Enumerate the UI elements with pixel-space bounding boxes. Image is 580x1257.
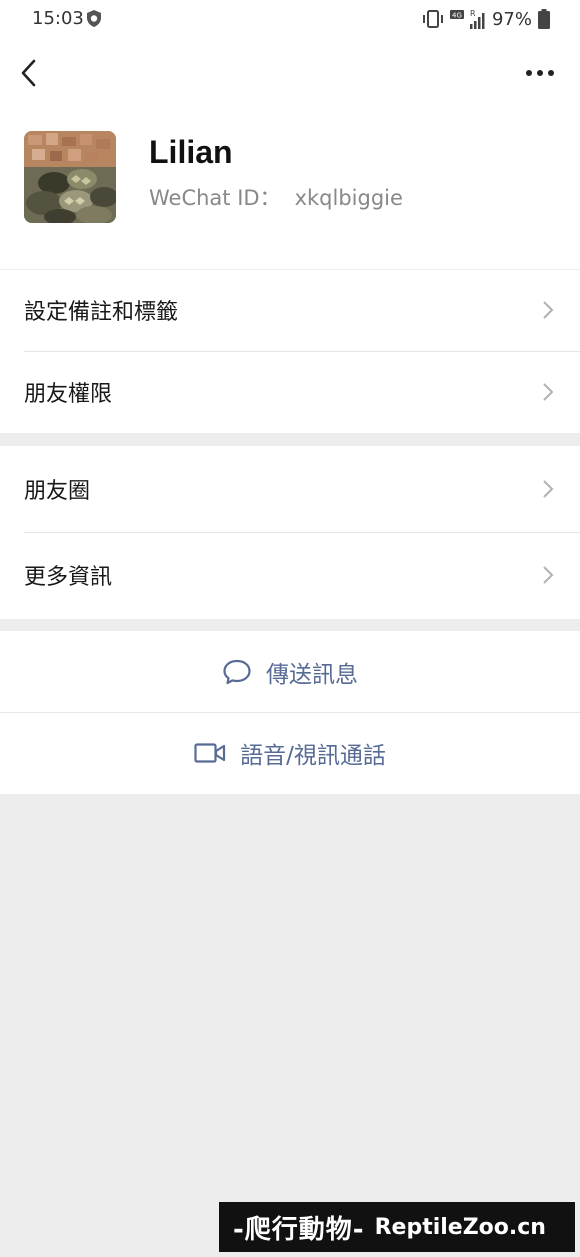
network-type: 4G — [452, 12, 462, 20]
roaming-indicator: R — [470, 9, 476, 18]
more-info-label: 更多資訊 — [24, 565, 113, 590]
battery-percent: 97% — [491, 8, 532, 30]
more-dots-icon[interactable] — [522, 60, 558, 86]
status-time: 15:03 — [32, 8, 84, 29]
avatar[interactable] — [24, 131, 116, 223]
voice-video-call-label: 語音/視訊通話 — [240, 742, 386, 769]
status-bar: 15:03 4G R 97% — [0, 0, 580, 40]
friend-permissions-row[interactable]: 朋友權限 — [0, 351, 580, 433]
back-chevron-icon[interactable] — [14, 56, 44, 90]
info-group: 朋友圈 更多資訊 — [0, 446, 580, 619]
contact-name: Lilian — [149, 134, 233, 170]
moments-row[interactable]: 朋友圈 — [0, 446, 580, 532]
signal-icon: 4G R — [449, 9, 485, 29]
settings-group: 設定備註和標籤 朋友權限 — [0, 269, 580, 433]
status-right: 4G R 97% — [422, 6, 550, 32]
chevron-right-icon — [543, 566, 554, 584]
avatar-image — [24, 131, 116, 223]
profile-header: Lilian WeChat ID： xkqlbiggie — [0, 108, 580, 269]
watermark-en: ReptileZoo.cn — [374, 1214, 546, 1240]
chevron-right-icon — [543, 301, 554, 319]
more-info-row[interactable]: 更多資訊 — [0, 532, 580, 618]
chat-bubble-icon — [223, 659, 251, 684]
send-message-button[interactable]: 傳送訊息 — [0, 631, 580, 712]
voice-video-call-button[interactable]: 語音/視訊通話 — [0, 712, 580, 793]
top-nav — [0, 40, 580, 108]
set-remark-row[interactable]: 設定備註和標籤 — [0, 269, 580, 351]
video-camera-icon — [194, 742, 226, 763]
wechat-id-value: xkqlbiggie — [294, 186, 403, 210]
chevron-right-icon — [543, 383, 554, 401]
site-watermark: -爬行動物- ReptileZoo.cn — [219, 1202, 575, 1252]
wechat-id: WeChat ID： xkqlbiggie — [149, 182, 403, 212]
shield-icon — [87, 10, 101, 27]
send-message-label: 傳送訊息 — [266, 661, 358, 688]
actions-group: 傳送訊息 語音/視訊通話 — [0, 631, 580, 794]
battery-icon — [538, 9, 550, 29]
set-remark-label: 設定備註和標籤 — [24, 300, 179, 325]
wechat-id-label: WeChat ID： — [149, 186, 281, 210]
friend-permissions-label: 朋友權限 — [24, 382, 113, 407]
watermark-cn: -爬行動物- — [233, 1214, 365, 1245]
chevron-right-icon — [543, 480, 554, 498]
moments-label: 朋友圈 — [24, 479, 91, 504]
vibrate-icon — [422, 10, 443, 28]
